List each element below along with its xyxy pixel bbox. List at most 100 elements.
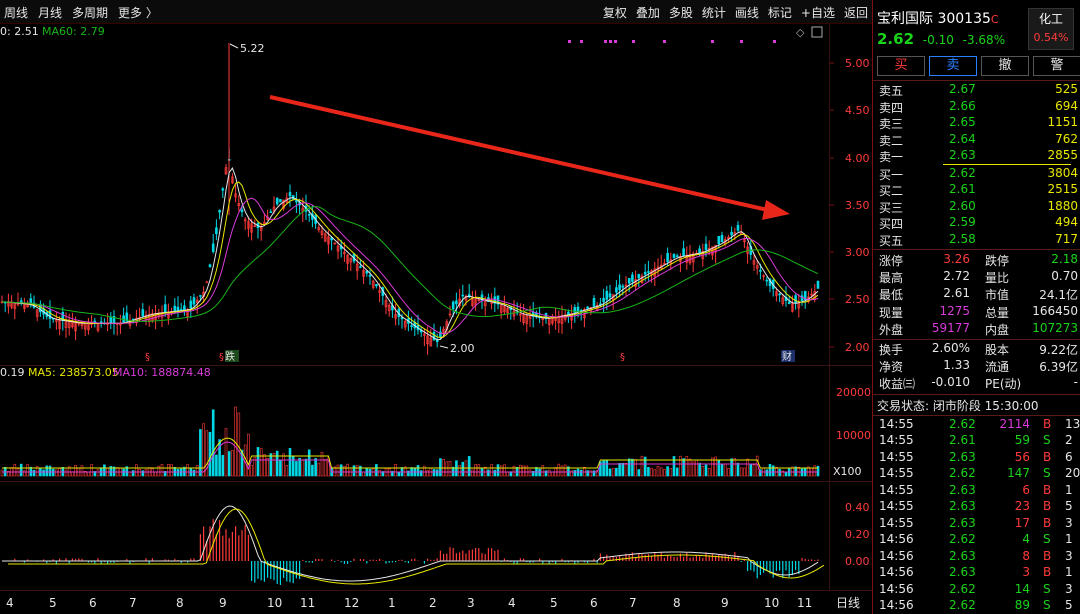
stat-label: 跌停	[985, 254, 1010, 268]
volume-bar	[13, 463, 17, 477]
tick-time: 14:55	[879, 449, 914, 464]
volume-bar	[317, 462, 321, 477]
tick-row[interactable]: 14:56 2.62 4 S 1	[877, 532, 1078, 548]
tick-side: B	[1043, 449, 1052, 464]
orderbook-row[interactable]: 卖三 2.65 1151	[877, 115, 1078, 131]
panel-toggle-icon[interactable]	[811, 26, 823, 38]
tick-time: 14:55	[879, 515, 914, 530]
level-price: 2.60	[949, 198, 976, 213]
candle-body	[615, 287, 618, 293]
stat-label: PE(动)	[985, 377, 1022, 392]
ma10-line	[1, 181, 819, 339]
volume-bar	[538, 468, 541, 477]
signal-dot	[609, 40, 612, 43]
orderbook-row[interactable]: 卖四 2.66 694	[877, 99, 1078, 115]
event-marker-cai[interactable]: 财	[782, 350, 792, 363]
trade-button-3[interactable]: 警	[1033, 56, 1080, 76]
volume-bar	[227, 451, 231, 477]
trade-button-1[interactable]: 卖	[929, 56, 977, 76]
volume-bar	[749, 463, 753, 477]
month-label: 7	[629, 596, 637, 610]
candle-body	[240, 209, 244, 212]
volume-bar	[55, 469, 58, 477]
candle-body	[451, 301, 455, 310]
tick-row[interactable]: 14:55 2.62 147 S 20	[877, 466, 1080, 482]
orderbook-row[interactable]: 卖五 2.67 525	[877, 82, 1078, 98]
volume-bar	[707, 468, 711, 477]
orderbook-row[interactable]: 买四 2.59 494	[877, 215, 1078, 231]
tick-row[interactable]: 14:56 2.62 89 S 5	[877, 598, 1078, 614]
axis-divider	[829, 24, 830, 590]
diamond-icon[interactable]: ◇	[796, 26, 805, 39]
trend-arrow-line[interactable]	[269, 95, 773, 213]
candle-body	[637, 273, 641, 279]
volume-bar	[723, 463, 727, 477]
tick-row[interactable]: 14:55 2.61 59 S 2	[877, 433, 1078, 449]
volume-bar	[519, 464, 522, 477]
orderbook-row[interactable]: 卖二 2.64 762	[877, 132, 1078, 148]
divider	[873, 80, 1080, 81]
month-label: 11	[300, 596, 315, 610]
volume-bar	[448, 461, 452, 477]
tick-row[interactable]: 14:55 2.63 6 B 1	[877, 483, 1078, 499]
volume-bar	[618, 462, 621, 477]
event-marker-die[interactable]: 跌	[225, 350, 235, 363]
volume-bar	[231, 450, 234, 477]
tick-row[interactable]: 14:55 2.63 23 B 5	[877, 499, 1078, 515]
stat-value: 9.22亿	[1039, 343, 1078, 357]
tick-row[interactable]: 14:56 2.62 14 S 3	[877, 582, 1078, 598]
orderbook-row[interactable]: 买一 2.62 3804	[877, 166, 1078, 182]
trade-button-0[interactable]: 买	[877, 56, 925, 76]
volume-bar	[285, 465, 289, 477]
low-label: 2.00	[450, 342, 475, 355]
stock-title[interactable]: 宝利国际 300135C	[877, 8, 999, 28]
volume-bar	[640, 455, 644, 477]
volume-bar	[634, 459, 637, 477]
tick-row[interactable]: 14:55 2.62 2114 B 13	[877, 417, 1080, 433]
stat-value: 1275	[939, 303, 970, 318]
level-label: 卖二	[879, 133, 904, 148]
event-marker-s3[interactable]: §	[620, 352, 625, 363]
panel-divider	[0, 590, 872, 591]
signal-dot	[580, 40, 583, 43]
volume-bar	[698, 462, 701, 477]
volume-bar	[90, 464, 93, 477]
trade-button-2[interactable]: 撤	[981, 56, 1029, 76]
volume-bar	[627, 458, 631, 477]
volume-bar	[720, 464, 724, 477]
tick-volume: 23	[1014, 499, 1030, 514]
price-tick: 5.00	[845, 57, 870, 70]
volume-axis: 20000 10000	[836, 386, 871, 442]
sector-box[interactable]: 化工 0.54%	[1028, 8, 1074, 50]
volume-bar	[144, 469, 148, 477]
volume-bar	[282, 453, 285, 477]
level-label: 买四	[879, 217, 904, 231]
last-price: 2.62	[877, 30, 915, 48]
orderbook-row[interactable]: 买二 2.61 2515	[877, 182, 1078, 198]
volume-bar	[768, 464, 772, 477]
volume-bar	[647, 467, 650, 477]
trade-status: 交易状态: 闭市阶段 15:30:00	[877, 398, 1039, 413]
volume-bar	[323, 459, 327, 477]
orderbook-row[interactable]: 买五 2.58 717	[877, 232, 1078, 248]
orderbook-row[interactable]: 买三 2.60 1880	[877, 199, 1078, 215]
candle-body	[176, 306, 180, 311]
event-marker-s[interactable]: §	[145, 352, 150, 363]
tick-row[interactable]: 14:56 2.63 3 B 1	[877, 565, 1078, 581]
volume-bar	[778, 468, 781, 477]
candle-body	[675, 255, 679, 258]
stat-row: 收益㈢ -0.010 PE(动) -	[877, 375, 1078, 391]
signal-dot	[568, 40, 571, 43]
tick-row[interactable]: 14:55 2.63 56 B 6	[877, 450, 1078, 466]
tick-row[interactable]: 14:56 2.63 8 B 3	[877, 549, 1078, 565]
orderbook-row[interactable]: 卖一 2.63 2855	[877, 148, 1078, 164]
period-label[interactable]: 日线	[836, 596, 860, 610]
level-label: 买一	[879, 167, 904, 182]
event-marker-s2[interactable]: §	[219, 352, 224, 363]
signal-dot	[773, 40, 776, 43]
tick-row[interactable]: 14:55 2.63 17 B 3	[877, 516, 1078, 532]
kline-chart[interactable]: 0: 2.51 MA60: 2.79 0.19 MA5: 238573.05 M…	[0, 0, 872, 614]
candle-body	[759, 270, 762, 272]
month-label: 8	[176, 596, 184, 610]
volume-bar	[586, 470, 589, 477]
